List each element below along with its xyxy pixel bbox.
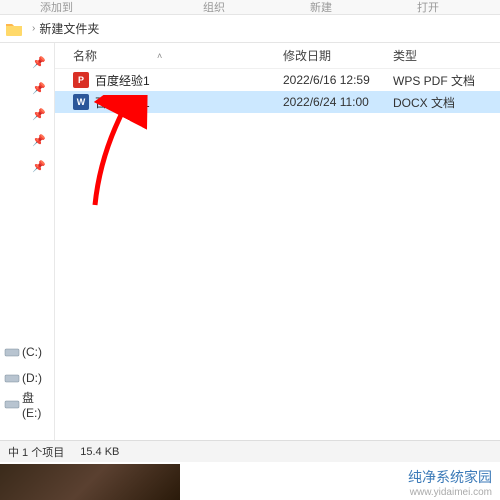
toolbar-label: 打开 [417,0,439,15]
pin-icon: 📌 [32,82,46,95]
drive-icon [4,346,20,358]
watermark-title: 纯净系统家园 [408,467,492,487]
file-type: DOCX 文档 [393,94,483,111]
sidebar-pin-item[interactable]: 📌 [0,127,54,153]
column-headers: 名称 ˄ 修改日期 类型 [55,43,500,69]
folder-icon [6,21,22,37]
sidebar: 📌 📌 📌 📌 📌 (C:) (D:) 盘 (E:) [0,43,55,443]
sidebar-drive-d[interactable]: (D:) [0,365,54,391]
toolbar-label: 组织 [203,0,225,15]
column-header-type[interactable]: 类型 [393,47,483,64]
pin-icon: 📌 [32,160,46,173]
toolbar-label: 新建 [310,0,332,15]
file-type: WPS PDF 文档 [393,72,483,89]
sidebar-drive-e[interactable]: 盘 (E:) [0,391,54,417]
pdf-file-icon: P [73,72,89,88]
drive-icon [4,398,20,410]
file-row[interactable]: W 百度经验1 2022/6/24 11:00 DOCX 文档 [55,91,500,113]
status-selection: 中 1 个项目 [8,444,64,460]
breadcrumb[interactable]: › 新建文件夹 [0,15,500,43]
pin-icon: 📌 [32,56,46,69]
file-date: 2022/6/16 12:59 [283,73,393,87]
sidebar-pin-item[interactable]: 📌 [0,153,54,179]
status-size: 15.4 KB [80,446,119,458]
file-row[interactable]: P 百度经验1 2022/6/16 12:59 WPS PDF 文档 [55,69,500,91]
pin-icon: 📌 [32,134,46,147]
sort-indicator-icon: ˄ [157,51,162,61]
sidebar-pin-item[interactable]: 📌 [0,49,54,75]
column-header-name[interactable]: 名称 ˄ [73,47,283,64]
drive-icon [4,372,20,384]
docx-file-icon: W [73,94,89,110]
sidebar-pin-item[interactable]: 📌 [0,101,54,127]
toolbar: 添加到 组织 新建 打开 [0,0,500,15]
sidebar-pin-item[interactable]: 📌 [0,75,54,101]
file-date: 2022/6/24 11:00 [283,95,393,109]
sidebar-drive-c[interactable]: (C:) [0,339,54,365]
drive-label: (C:) [22,345,42,359]
pin-icon: 📌 [32,108,46,121]
bottom-strip [0,464,180,500]
toolbar-label: 添加到 [40,0,73,15]
drive-label: 盘 (E:) [22,389,54,420]
breadcrumb-folder[interactable]: 新建文件夹 [39,20,99,37]
watermark: 纯净系统家园 www.yidaimei.com [408,467,492,498]
file-list-area: 名称 ˄ 修改日期 类型 P 百度经验1 2022/6/16 12:59 WPS… [55,43,500,443]
watermark-url: www.yidaimei.com [408,487,492,498]
drive-label: (D:) [22,371,42,385]
status-bar: 中 1 个项目 15.4 KB [0,440,500,462]
file-name: 百度经验1 [95,94,283,111]
chevron-right-icon: › [32,23,35,34]
column-header-date[interactable]: 修改日期 [283,47,393,64]
file-name: 百度经验1 [95,72,283,89]
